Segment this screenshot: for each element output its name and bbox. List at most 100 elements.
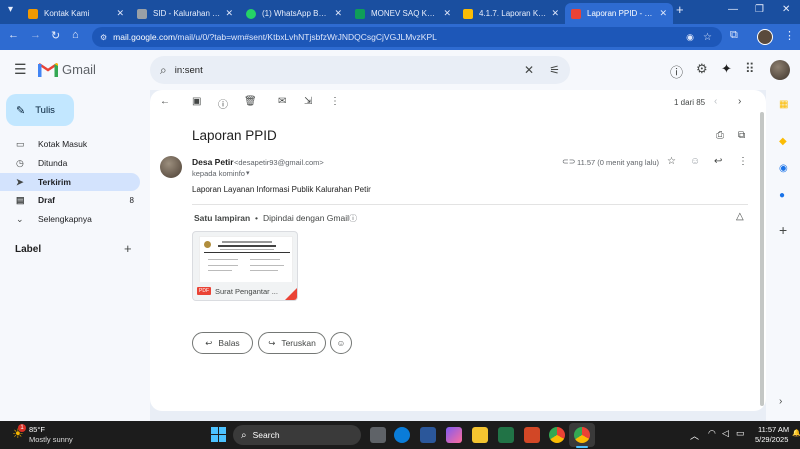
close-window-icon[interactable]: ✕ — [782, 4, 790, 15]
compose-button[interactable]: ✎ Tulis — [6, 94, 74, 126]
profile-avatar[interactable] — [757, 29, 773, 45]
battery-icon[interactable]: ▭ — [736, 428, 745, 439]
newer-chevron-icon[interactable]: ‹ — [714, 96, 717, 107]
tray-chevron-up-icon[interactable]: ︿ — [690, 429, 699, 442]
taskbar-search-box[interactable]: ⌕ Search — [233, 425, 361, 445]
site-info-icon[interactable]: ⚙ — [100, 33, 107, 42]
back-icon[interactable]: ← — [8, 29, 19, 41]
sheets-icon — [355, 8, 365, 19]
add-reaction-icon[interactable]: ☺ — [690, 156, 700, 167]
edge-icon[interactable] — [394, 427, 410, 443]
speaker-icon[interactable]: ◁ — [722, 428, 729, 439]
archive-icon[interactable]: ▣ — [192, 96, 201, 107]
browser-menu-icon[interactable]: ⋮ — [784, 29, 795, 42]
address-bar[interactable]: ⚙ mail.google.com /mail/u/0/?tab=wm#sent… — [92, 27, 722, 47]
chrome-profile-icon[interactable] — [574, 427, 590, 443]
restore-icon[interactable]: ❐ — [755, 4, 764, 15]
message-more-icon[interactable]: ⋮ — [738, 156, 748, 167]
back-to-list-icon[interactable]: ← — [160, 96, 170, 107]
tasks-icon[interactable]: ◉ — [779, 163, 788, 174]
report-spam-icon[interactable]: ⓘ — [218, 96, 228, 111]
forward-icon[interactable]: → — [30, 29, 41, 41]
recipient-details-chevron-icon[interactable]: ▾ — [246, 169, 250, 177]
task-view-icon[interactable] — [370, 427, 386, 443]
forward-button[interactable]: ↪ Teruskan — [258, 332, 326, 354]
older-chevron-icon[interactable]: › — [738, 96, 741, 107]
powerpoint-icon[interactable] — [524, 427, 540, 443]
bookmark-star-icon[interactable]: ☆ — [703, 32, 712, 43]
search-bar[interactable]: ⌕ in:sent ✕ ⚟ — [150, 56, 570, 84]
more-options-icon[interactable]: ⋮ — [330, 96, 340, 107]
recipient-line[interactable]: kepada kominfo — [192, 169, 245, 178]
copilot-icon[interactable] — [446, 427, 462, 443]
keep-icon[interactable]: ◆ — [779, 136, 787, 147]
browser-tab[interactable]: SID - Kalurahan Petir ✕ — [131, 3, 239, 24]
mark-unread-icon[interactable]: ✉ — [278, 96, 286, 107]
word-icon[interactable] — [420, 427, 436, 443]
eye-icon[interactable]: ◉ — [686, 32, 694, 43]
reply-button[interactable]: ↩ Balas — [192, 332, 253, 354]
account-avatar[interactable] — [770, 60, 790, 80]
emoji-reaction-button[interactable]: ☺ — [330, 332, 352, 354]
close-tab-icon[interactable]: ✕ — [116, 8, 124, 19]
windows-taskbar: ☀ 1 85°F Mostly sunny ⌕ Search ︿ ◠ ◁ ▭ 1… — [0, 421, 800, 449]
star-icon[interactable]: ☆ — [667, 156, 676, 167]
file-explorer-icon[interactable] — [472, 427, 488, 443]
wifi-icon[interactable]: ◠ — [708, 428, 716, 439]
notification-icon[interactable]: 🔔 — [792, 429, 800, 437]
close-tab-icon[interactable]: ✕ — [334, 8, 342, 19]
browser-tab[interactable]: Kontak Kami ✕ — [22, 3, 130, 24]
contacts-icon[interactable]: ● — [779, 190, 785, 201]
excel-icon[interactable] — [498, 427, 514, 443]
sidebar-item-inbox[interactable]: ▭ Kotak Masuk — [0, 135, 140, 153]
close-tab-icon[interactable]: ✕ — [551, 8, 559, 19]
scrollbar[interactable] — [760, 112, 764, 406]
sidebar-item-more[interactable]: ⌄ Selengkapnya — [0, 210, 140, 228]
add-to-drive-icon[interactable]: △ — [736, 211, 744, 222]
add-label-button[interactable]: + — [124, 241, 132, 256]
browser-tab-active[interactable]: Laporan PPID - desapetir93@gmail.com ✕ — [565, 3, 673, 24]
search-icon[interactable]: ⌕ — [160, 63, 167, 78]
reload-icon[interactable]: ↻ — [51, 29, 60, 42]
chrome-icon[interactable] — [549, 427, 565, 443]
open-new-window-icon[interactable]: ⧉ — [738, 130, 745, 141]
clear-search-icon[interactable]: ✕ — [524, 63, 534, 77]
gmail-logo-icon[interactable] — [38, 62, 58, 79]
settings-gear-icon[interactable]: ⚙ — [696, 61, 708, 77]
tab-search-icon[interactable]: ▾ — [8, 4, 13, 15]
apps-grid-icon[interactable]: ⠿ — [745, 61, 755, 77]
sidebar-item-drafts[interactable]: ▤ Draf 8 — [0, 191, 140, 209]
delete-icon[interactable]: 🗑 — [244, 96, 257, 107]
extensions-icon[interactable]: ⧉ — [730, 29, 738, 42]
browser-tab[interactable]: MONEV SAQ KALURAHAN ✕ — [349, 3, 457, 24]
print-icon[interactable]: ⎙ — [716, 130, 724, 141]
minimize-icon[interactable]: — — [728, 4, 738, 15]
clock-date[interactable]: 5/29/2025 — [755, 435, 788, 444]
sidebar-item-snoozed[interactable]: ◷ Ditunda — [0, 154, 140, 172]
search-options-icon[interactable]: ⚟ — [549, 63, 560, 77]
get-addons-icon[interactable]: + — [779, 222, 787, 238]
help-icon[interactable]: ⓘ — [670, 62, 683, 81]
browser-tab[interactable]: 4.1.7. Laporan Keuangan ✕ — [457, 3, 565, 24]
clock-time[interactable]: 11:57 AM — [758, 425, 789, 434]
close-tab-icon[interactable]: ✕ — [225, 8, 233, 19]
main-menu-icon[interactable]: ☰ — [14, 61, 27, 78]
sidebar-item-sent[interactable]: ➤ Terkirim — [0, 173, 140, 191]
windows-start-icon[interactable] — [211, 427, 226, 444]
reply-icon[interactable]: ↩ — [714, 156, 722, 167]
calendar-icon[interactable]: ▦ — [779, 99, 788, 110]
move-to-icon[interactable]: ⇲ — [304, 96, 312, 107]
close-tab-icon[interactable]: ✕ — [659, 8, 667, 19]
info-icon[interactable]: ⓘ — [349, 213, 357, 224]
sender-avatar[interactable] — [160, 156, 182, 178]
close-tab-icon[interactable]: ✕ — [443, 8, 451, 19]
pencil-icon: ✎ — [16, 104, 26, 117]
show-side-panel-icon[interactable]: › — [779, 396, 782, 407]
gemini-icon[interactable]: ✦ — [721, 61, 732, 77]
taskbar-search-label: Search — [252, 430, 280, 440]
search-input[interactable]: in:sent — [175, 65, 203, 76]
attachment-card[interactable]: PDF Surat Pengantar ... — [192, 231, 298, 301]
new-tab-button[interactable]: + — [676, 2, 684, 17]
home-icon[interactable]: ⌂ — [72, 29, 79, 41]
browser-tab[interactable]: (1) WhatsApp Business ✕ — [240, 3, 348, 24]
